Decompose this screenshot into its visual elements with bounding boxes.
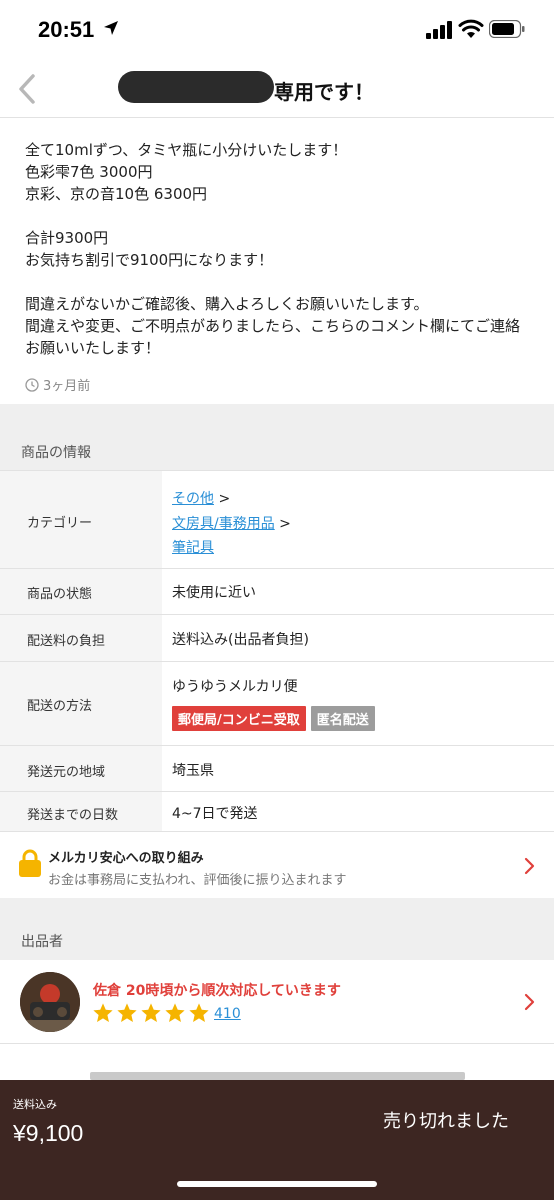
info-row-shipping-method: 配送の方法 ゆうゆうメルカリ便 郵便局/コンビニ受取 匿名配送: [0, 661, 554, 745]
info-row-shipping-fee: 配送料の負担 送料込み(出品者負担): [0, 614, 554, 661]
info-label: 配送料の負担: [27, 634, 106, 649]
redacted-username: [118, 71, 274, 103]
seller-row[interactable]: 佐倉 20時頃から順次対応していきます 410: [0, 960, 554, 1044]
purchase-bar: 送料込み ¥9,100 売り切れました: [0, 1080, 554, 1200]
chevron-right-icon: [524, 857, 535, 875]
price: ¥9,100: [13, 1120, 84, 1146]
description-line: お願いいたします！: [25, 339, 161, 357]
clock-icon: [25, 377, 39, 392]
category-link-level3[interactable]: 筆記具: [172, 540, 214, 556]
info-row-days: 発送までの日数 4~7日で発送: [0, 791, 554, 831]
category-separator: >: [279, 516, 291, 532]
back-chevron-icon[interactable]: [12, 70, 42, 108]
star-icon: [93, 1003, 113, 1022]
location-arrow-icon: [104, 21, 118, 35]
info-label: カテゴリー: [27, 516, 93, 531]
nav-bar: 専用です！: [0, 60, 554, 118]
page-title: 専用です！: [274, 80, 374, 104]
product-info-section-label: 商品の情報: [21, 445, 91, 461]
description-line: 京彩、京の音10色 6300円: [25, 185, 208, 203]
pickup-badge: 郵便局/コンビニ受取: [172, 706, 306, 731]
anonymous-shipping-badge: 匿名配送: [310, 706, 375, 731]
category-link-level2[interactable]: 文房具/事務用品: [172, 516, 275, 532]
info-row-condition: 商品の状態 未使用に近い: [0, 568, 554, 614]
info-row-category: カテゴリー その他 > 文房具/事務用品 > 筆記具: [0, 470, 554, 568]
description-line: お気持ち割引で9100円になります！: [25, 251, 274, 269]
safety-subtitle: お金は事務局に支払われ、評価後に振り込まれます: [48, 873, 347, 888]
rating-count-link[interactable]: 410: [214, 1006, 241, 1022]
cellular-signal-icon: [426, 21, 452, 39]
product-info-header: 商品の情報: [0, 404, 554, 470]
mercari-safety-row[interactable]: メルカリ安心への取り組み お金は事務局に支払われ、評価後に振り込まれます: [0, 831, 554, 898]
info-label: 配送の方法: [27, 699, 93, 714]
chevron-right-icon: [524, 993, 535, 1011]
info-row-origin: 発送元の地域 埼玉県: [0, 745, 554, 791]
seller-section-label: 出品者: [21, 934, 63, 950]
timestamp-text: 3ヶ月前: [43, 379, 91, 394]
safety-title: メルカリ安心への取り組み: [48, 851, 204, 866]
battery-icon: [489, 20, 525, 38]
star-icon: [117, 1003, 137, 1022]
info-label: 発送元の地域: [27, 765, 106, 780]
shipping-included-label: 送料込み: [13, 1098, 57, 1111]
seller-rating-stars: [92, 1002, 210, 1024]
item-description: 全て10mlずつ、タミヤ瓶に小分けいたします！ 色彩雫7色 3000円 京彩、京…: [25, 139, 540, 359]
info-value: ゆうゆうメルカリ便: [172, 679, 298, 695]
category-link-level1[interactable]: その他: [172, 491, 214, 507]
home-indicator[interactable]: [177, 1181, 377, 1187]
star-icon: [165, 1003, 185, 1022]
wifi-icon: [458, 19, 484, 38]
info-label: 商品の状態: [27, 587, 93, 602]
seller-section-header: 出品者: [0, 898, 554, 960]
info-value: 4~7日で発送: [172, 806, 258, 822]
horizontal-scroll-indicator: [90, 1072, 465, 1080]
seller-name[interactable]: 佐倉 20時頃から順次対応していきます: [93, 980, 341, 1000]
description-line: 全て10mlずつ、タミヤ瓶に小分けいたします！: [25, 141, 348, 159]
description-line: 間違えがないかご確認後、購入よろしくお願いいたします。: [25, 295, 429, 313]
star-icon: [141, 1003, 161, 1022]
info-label: 発送までの日数: [27, 808, 119, 823]
category-separator: >: [218, 491, 231, 507]
info-value: 埼玉県: [172, 763, 214, 779]
description-line: 合計9300円: [25, 229, 109, 247]
sold-out-status: 売り切れました: [383, 1111, 509, 1132]
info-value: 送料込み(出品者負担): [172, 632, 309, 648]
posted-timestamp: 3ヶ月前: [25, 375, 90, 394]
status-time: 20:51: [38, 17, 95, 42]
lock-icon: [19, 849, 41, 877]
description-line: 間違えや変更、ご不明点がありましたら、こちらのコメント欄にてご連絡: [25, 317, 521, 335]
avatar-image: [20, 972, 80, 1032]
seller-avatar[interactable]: [20, 972, 80, 1032]
info-value: 未使用に近い: [172, 585, 256, 601]
description-line: 色彩雫7色 3000円: [25, 163, 153, 181]
star-icon: [189, 1003, 209, 1022]
status-bar: 20:51: [0, 0, 554, 60]
